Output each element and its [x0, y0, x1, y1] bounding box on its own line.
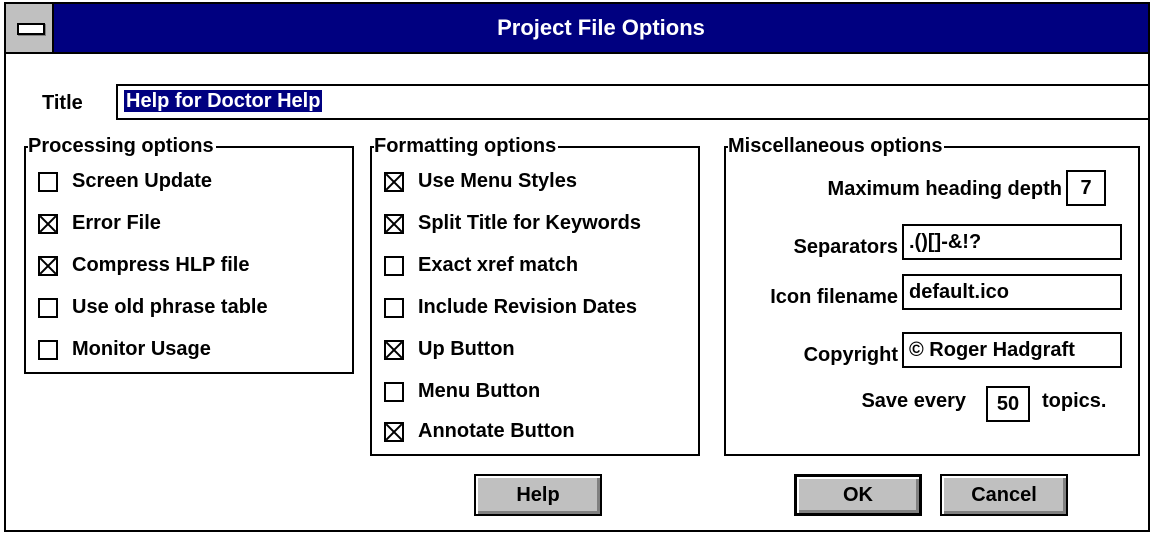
save-every-label: Save every [861, 390, 966, 412]
title-label: Title [42, 92, 83, 114]
save-every-input[interactable]: 50 [986, 386, 1030, 422]
project-file-options-dialog: Project File Options Title Help for Doct… [4, 2, 1150, 532]
checkbox-label: Include Revision Dates [418, 296, 637, 318]
checkbox-label: Exact xref match [418, 254, 579, 276]
checkbox-unchecked-icon[interactable] [384, 255, 404, 276]
checkbox-exact-xref-match[interactable]: Exact xref match [384, 254, 578, 277]
processing-options-label: Processing options [28, 134, 216, 158]
checkbox-menu-button[interactable]: Menu Button [384, 380, 540, 403]
checkbox-monitor-usage[interactable]: Monitor Usage [38, 338, 211, 361]
system-menu-button[interactable] [6, 4, 54, 52]
checkbox-compress-hlp-file[interactable]: Compress HLP file [38, 254, 249, 277]
processing-options-group: Processing options Screen Update Error F… [24, 134, 354, 374]
checkbox-unchecked-icon[interactable] [384, 381, 404, 402]
checkbox-split-title-for-keywords[interactable]: Split Title for Keywords [384, 212, 641, 235]
title-input-value: Help for Doctor Help [124, 90, 323, 112]
cancel-button[interactable]: Cancel [940, 474, 1068, 516]
checkbox-unchecked-icon[interactable] [38, 297, 58, 318]
checkbox-checked-icon[interactable] [38, 213, 58, 234]
maximum-heading-depth-input[interactable]: 7 [1066, 170, 1106, 206]
separators-input[interactable]: .()[]-&!? [902, 224, 1122, 260]
checkbox-checked-icon[interactable] [384, 171, 404, 192]
title-input[interactable]: Help for Doctor Help [116, 84, 1150, 120]
checkbox-unchecked-icon[interactable] [384, 297, 404, 318]
checkbox-label: Error File [72, 212, 161, 234]
checkbox-checked-icon[interactable] [384, 213, 404, 234]
checkbox-screen-update[interactable]: Screen Update [38, 170, 212, 193]
maximum-heading-depth-label: Maximum heading depth [827, 178, 1062, 200]
checkbox-label: Compress HLP file [72, 254, 250, 276]
separators-label: Separators [793, 236, 899, 258]
icon-filename-input[interactable]: default.ico [902, 274, 1122, 310]
checkbox-annotate-button[interactable]: Annotate Button [384, 420, 575, 443]
checkbox-include-revision-dates[interactable]: Include Revision Dates [384, 296, 637, 319]
formatting-options-group: Formatting options Use Menu Styles Split… [370, 134, 700, 456]
checkbox-up-button[interactable]: Up Button [384, 338, 515, 361]
checkbox-label: Use Menu Styles [418, 170, 577, 192]
checkbox-use-old-phrase-table[interactable]: Use old phrase table [38, 296, 268, 319]
system-menu-icon [17, 23, 45, 35]
title-bar: Project File Options [6, 4, 1148, 54]
checkbox-label: Use old phrase table [72, 296, 268, 318]
window-title: Project File Options [497, 15, 705, 40]
checkbox-label: Annotate Button [418, 420, 575, 442]
checkbox-label: Menu Button [418, 380, 541, 402]
checkbox-label: Screen Update [72, 170, 213, 192]
checkbox-checked-icon[interactable] [384, 421, 404, 442]
icon-filename-label: Icon filename [770, 286, 898, 308]
miscellaneous-options-label: Miscellaneous options [728, 134, 945, 158]
checkbox-label: Up Button [418, 338, 515, 360]
checkbox-label: Monitor Usage [72, 338, 211, 360]
copyright-input[interactable]: © Roger Hadgraft [902, 332, 1122, 368]
checkbox-label: Split Title for Keywords [418, 212, 641, 234]
checkbox-checked-icon[interactable] [384, 339, 404, 360]
help-button[interactable]: Help [474, 474, 602, 516]
checkbox-use-menu-styles[interactable]: Use Menu Styles [384, 170, 577, 193]
ok-button[interactable]: OK [794, 474, 922, 516]
checkbox-checked-icon[interactable] [38, 255, 58, 276]
checkbox-unchecked-icon[interactable] [38, 171, 58, 192]
checkbox-unchecked-icon[interactable] [38, 339, 58, 360]
copyright-label: Copyright [803, 344, 898, 366]
formatting-options-label: Formatting options [374, 134, 559, 158]
miscellaneous-options-group: Miscellaneous options Maximum heading de… [724, 134, 1140, 456]
checkbox-error-file[interactable]: Error File [38, 212, 161, 235]
save-every-suffix: topics. [1042, 390, 1107, 412]
